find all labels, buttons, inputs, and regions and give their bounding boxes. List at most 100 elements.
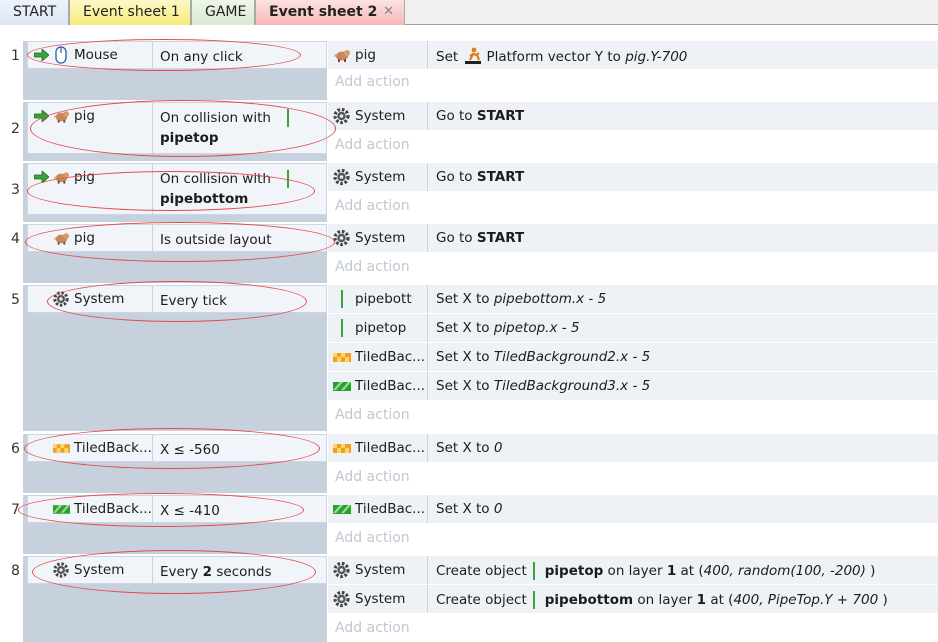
action-text-part: ) (865, 563, 876, 579)
action-object[interactable]: pig (328, 41, 428, 69)
event-number: 3 (11, 182, 20, 198)
pig-icon (53, 233, 70, 245)
tiled-background-orange-icon (333, 353, 351, 362)
action-text: Go to START (436, 169, 524, 185)
action-object[interactable]: TiledBac... (328, 434, 428, 462)
action-row[interactable]: pipebott Set X to pipebottom.x - 5 (328, 285, 938, 314)
condition-row[interactable]: TiledBack... X ≤ -410 (27, 495, 327, 523)
add-action-link[interactable]: Add action (335, 407, 410, 423)
action-object[interactable]: System (328, 224, 428, 252)
condition-object[interactable]: pig (28, 164, 153, 214)
object-name: TiledBac... (355, 501, 425, 517)
action-row[interactable]: TiledBac... Set X to 0 (328, 434, 938, 463)
event-number: 8 (11, 563, 20, 579)
action-object[interactable]: System (328, 102, 428, 130)
action-object[interactable]: pipebott (328, 285, 428, 313)
action-layer-param: 1 (696, 592, 707, 608)
tab-game[interactable]: GAME (191, 0, 255, 25)
condition-object[interactable]: System (28, 286, 153, 312)
action-row[interactable]: TiledBac... Set X to TiledBackground3.x … (328, 372, 938, 401)
close-icon[interactable]: ✕ (383, 0, 394, 24)
tab-event-sheet-1[interactable]: Event sheet 1 (69, 0, 191, 25)
event-condition-block: TiledBack... X ≤ -560 (23, 434, 327, 493)
add-action-link[interactable]: Add action (335, 137, 410, 153)
action-expression: 400, PipeTop.Y + 700 (733, 592, 879, 608)
action-object[interactable]: TiledBac... (328, 372, 428, 400)
add-action-link[interactable]: Add action (335, 620, 410, 636)
action-row[interactable]: pig Set Platform vector Y to pig.Y-700 (328, 41, 938, 70)
condition-object[interactable]: TiledBack... (28, 496, 153, 522)
condition-text: On any click (160, 47, 328, 67)
action-row[interactable]: TiledBac... Set X to TiledBackground2.x … (328, 343, 938, 372)
event-row-4[interactable]: 4 pig Is outside layout System Go to STA… (0, 222, 938, 283)
action-object[interactable]: System (328, 585, 428, 613)
object-name: TiledBack... (74, 440, 152, 456)
action-row[interactable]: pipetop Set X to pipetop.x - 5 (328, 314, 938, 343)
condition-row[interactable]: pig On collision with pipetop (27, 102, 327, 154)
event-row-6[interactable]: 6 TiledBack... X ≤ -560 TiledBac... Set … (0, 428, 938, 493)
add-action-link[interactable]: Add action (335, 469, 410, 485)
add-action-link[interactable]: Add action (335, 259, 410, 275)
parameter-divider (287, 109, 289, 127)
add-action-link[interactable]: Add action (335, 530, 410, 546)
action-expression: TiledBackground3.x - 5 (493, 378, 651, 394)
action-object[interactable]: System (328, 163, 428, 191)
add-action-link[interactable]: Add action (335, 74, 410, 90)
action-text-part: at ( (676, 563, 704, 579)
object-name: pipebott (355, 291, 412, 307)
tab-start[interactable]: START (0, 0, 69, 25)
condition-text: X ≤ -560 (160, 440, 328, 460)
action-row[interactable]: System Go to START (328, 163, 938, 192)
sprite-marker-icon (341, 290, 343, 308)
action-object-param: pipebottom (544, 592, 634, 608)
condition-object[interactable]: pig (28, 103, 153, 153)
condition-row[interactable]: Mouse On any click (27, 41, 327, 69)
action-row[interactable]: System Go to START (328, 224, 938, 253)
action-row[interactable]: System Create object pipetop on layer 1 a… (328, 556, 938, 585)
condition-line: On any click (160, 49, 243, 65)
action-object[interactable]: System (328, 556, 428, 584)
action-row[interactable]: TiledBac... Set X to 0 (328, 495, 938, 524)
tab-event-sheet-2[interactable]: Event sheet 2 ✕ (255, 0, 405, 25)
object-name: System (355, 562, 406, 578)
event-row-1[interactable]: 1 Mouse On any click pig Set Platform ve… (0, 39, 938, 100)
condition-param: pipebottom (160, 191, 249, 207)
condition-text: On collision with pipetop (160, 108, 328, 148)
event-condition-block: Mouse On any click (23, 41, 327, 100)
condition-row[interactable]: System Every 2 seconds (27, 556, 327, 584)
condition-line: X ≤ -410 (160, 503, 220, 519)
event-row-3[interactable]: 3 pig On collision with pipebottom System… (0, 163, 938, 222)
event-row-5[interactable]: 5 System Every tick pipebott Set X to pi… (0, 281, 938, 431)
action-row[interactable]: System Go to START (328, 102, 938, 131)
event-row-2[interactable]: 2 pig On collision with pipetop System Go… (0, 100, 938, 161)
event-number: 6 (11, 441, 20, 457)
event-row-8[interactable]: 8 System Every 2 seconds System Create o… (0, 550, 938, 642)
condition-text: Every 2 seconds (160, 562, 328, 582)
object-name: System (355, 230, 406, 246)
action-object[interactable]: TiledBac... (328, 343, 428, 371)
event-actions-block: TiledBac... Set X to 0 Add action (328, 434, 938, 493)
action-object[interactable]: TiledBac... (328, 495, 428, 523)
add-action-link[interactable]: Add action (335, 198, 410, 214)
object-name: pig (74, 108, 95, 124)
condition-line-suffix: seconds (212, 564, 272, 580)
condition-object[interactable]: Mouse (28, 42, 153, 68)
condition-object[interactable]: TiledBack... (28, 435, 153, 461)
condition-object[interactable]: pig (28, 225, 153, 251)
gear-icon (333, 229, 350, 247)
event-number: 7 (11, 502, 20, 518)
green-arrow-icon (34, 110, 49, 122)
action-text: Set X to 0 (436, 501, 502, 517)
action-verb: Set X to (436, 291, 494, 307)
condition-line: Is outside layout (160, 232, 272, 248)
action-object[interactable]: pipetop (328, 314, 428, 342)
event-row-7[interactable]: 7 TiledBack... X ≤ -410 TiledBac... Set … (0, 493, 938, 554)
action-row[interactable]: System Create object pipebottom on layer … (328, 585, 938, 614)
condition-row[interactable]: System Every tick (27, 285, 327, 313)
condition-object[interactable]: System (28, 557, 153, 583)
condition-row[interactable]: pig Is outside layout (27, 224, 327, 252)
event-actions-block: TiledBac... Set X to 0 Add action (328, 495, 938, 554)
condition-row[interactable]: TiledBack... X ≤ -560 (27, 434, 327, 462)
object-name: TiledBac... (355, 349, 425, 365)
condition-row[interactable]: pig On collision with pipebottom (27, 163, 327, 215)
